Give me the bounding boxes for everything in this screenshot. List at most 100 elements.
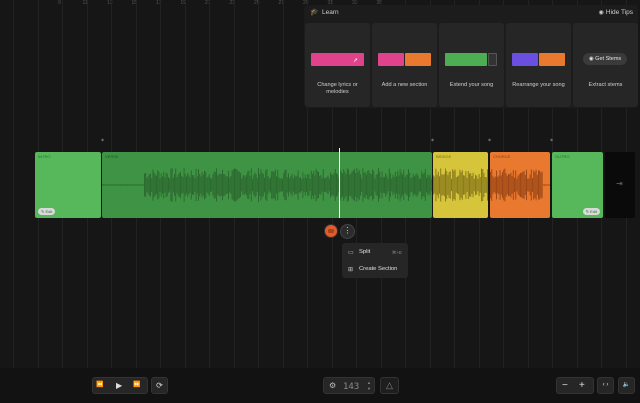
loop-button[interactable]: ⟳ (151, 377, 168, 394)
rewind-button[interactable]: ⏪ (96, 378, 103, 393)
tip-card-change-lyrics[interactable]: ➚ Change lyrics or melodies (305, 23, 370, 107)
playhead[interactable] (339, 148, 340, 218)
waveform-bar (544, 184, 545, 186)
tip-cards: ➚ Change lyrics or melodies Add a new se… (305, 23, 638, 107)
waveform-bar (429, 174, 431, 196)
waveform-bar (333, 173, 335, 197)
waveform-bar (459, 169, 461, 201)
split-icon: ▭ (348, 250, 354, 256)
waveform-bar (165, 172, 167, 198)
hide-tips-button[interactable]: ◉ Hide Tips (599, 9, 633, 16)
tip-card-rearrange-song[interactable]: Rearrange your song (506, 23, 571, 107)
menu-item-label: Create Section (359, 266, 398, 272)
tip-card-extend-song[interactable]: Extend your song (439, 23, 504, 107)
volume-button[interactable]: 🔈 (618, 377, 635, 394)
zoom-out-button[interactable]: − (562, 378, 568, 393)
grid-line (13, 0, 14, 368)
waveform-bar (471, 175, 473, 195)
waveform-bar (205, 171, 207, 199)
waveform-bar (408, 169, 409, 201)
waveform-bar (433, 175, 434, 195)
waveform-bar (457, 176, 458, 194)
waveform-bar (490, 171, 491, 199)
waveform-bar (258, 168, 259, 202)
waveform-bar (530, 169, 532, 201)
waveform-bar (157, 170, 159, 200)
waveform-bar (202, 174, 204, 196)
play-button[interactable]: ▶ (116, 378, 122, 393)
waveform-bar (146, 177, 148, 193)
waveform-bar (308, 174, 310, 196)
waveform-bar (266, 169, 268, 201)
more-options-button[interactable]: ⋮ (340, 224, 355, 239)
thumb-segment (512, 53, 538, 66)
metronome-icon: △ (386, 380, 393, 390)
waveform-bar (514, 177, 515, 193)
waveform-bar (122, 184, 124, 186)
waveform-bar (176, 176, 178, 194)
waveform-bar (274, 169, 276, 201)
waveform-bar (440, 168, 442, 202)
clip-verse[interactable]: VERSE (102, 152, 432, 218)
clip-bridge[interactable]: BRIDGE (433, 152, 488, 218)
metronome-button[interactable]: △ (380, 377, 399, 394)
get-stems-button[interactable]: ◉ Get Stems (583, 53, 627, 65)
waveform-bar (298, 177, 300, 193)
waveform-bar (264, 177, 265, 193)
menu-item-create-section[interactable]: ⊞ Create Section (342, 261, 408, 278)
tempo-stepper-icon[interactable]: ▲ ▼ (367, 380, 371, 392)
waveform-bar (171, 168, 173, 202)
menu-item-split[interactable]: ▭ Split ⌘+E (342, 244, 408, 261)
tip-card-label: Rearrange your song (512, 82, 565, 88)
waveform-bar (527, 178, 529, 192)
waveform-bar (177, 174, 179, 196)
fit-view-button[interactable]: ‹ › (597, 377, 614, 394)
clip-intro[interactable]: INTRO ✎ Edit (35, 152, 101, 218)
clip-chorus[interactable]: CHORUS (490, 152, 550, 218)
waveform-bar (112, 184, 114, 186)
waveform-bar (192, 175, 193, 195)
waveform-bar (436, 174, 438, 196)
waveform-bar (479, 177, 481, 193)
waveform-bar (295, 176, 297, 194)
waveform-bar (180, 171, 181, 199)
waveform-bar (343, 169, 345, 201)
waveform-bar (330, 172, 331, 198)
waveform-bar (296, 175, 298, 195)
waveform-bar (545, 184, 547, 186)
thumb-segment (405, 53, 431, 66)
waveform-bar (302, 172, 304, 198)
forward-button[interactable]: ⏩ (133, 378, 140, 393)
waveform-bar (138, 184, 139, 186)
waveform-bar (475, 174, 476, 196)
waveform-bar (427, 174, 429, 196)
waveform-bar (103, 184, 105, 186)
waveform-bar (260, 169, 262, 201)
waveform-bar (321, 178, 323, 192)
waveform-bar (409, 172, 411, 198)
waveform-bar (388, 168, 390, 202)
waveform-bar (325, 178, 327, 192)
waveform-bar (326, 176, 328, 194)
zoom-in-button[interactable]: + (579, 378, 585, 393)
waveform-bar (415, 174, 417, 196)
waveform-bar (478, 174, 480, 196)
tip-card-add-section[interactable]: Add a new section (372, 23, 437, 107)
tempo-control[interactable]: ⚙ 143 ▲ ▼ (323, 377, 375, 394)
avatar[interactable] (324, 224, 338, 238)
waveform-bar (115, 184, 117, 186)
waveform-bar (226, 176, 228, 194)
waveform-bar (483, 172, 485, 198)
waveform-bar (357, 172, 359, 198)
waveform-bar (412, 173, 414, 197)
tip-card-extract-stems[interactable]: ◉ Get Stems Extract stems (573, 23, 638, 107)
waveform-bar (127, 184, 129, 186)
waveform-bar (124, 184, 126, 186)
extend-track-button[interactable]: ⇥ (605, 152, 635, 218)
edit-badge[interactable]: ✎ Edit (582, 208, 600, 215)
waveform-bar (422, 174, 424, 196)
waveform-bar (378, 168, 379, 202)
clip-outro[interactable]: OUTRO ✎ Edit (552, 152, 603, 218)
edit-badge[interactable]: ✎ Edit (38, 208, 56, 215)
waveform-bar (250, 168, 252, 202)
